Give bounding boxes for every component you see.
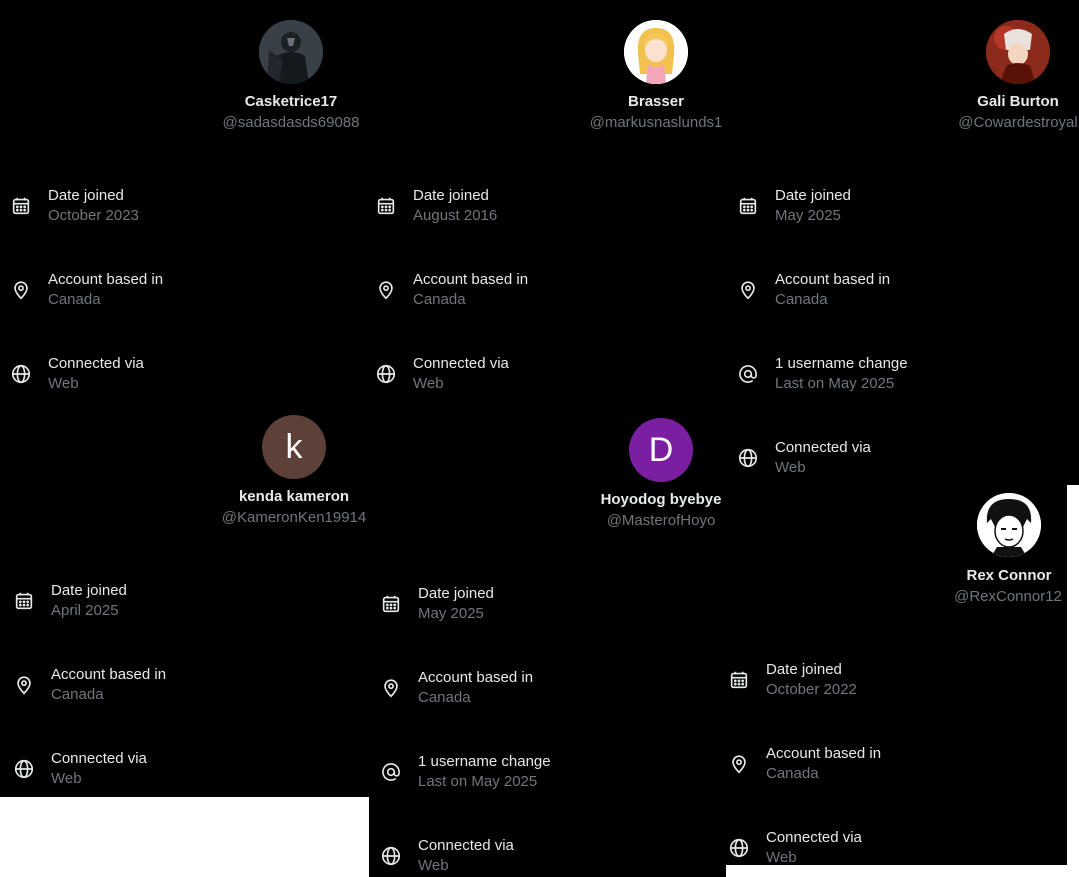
at-sign-icon xyxy=(737,363,759,385)
globe-icon xyxy=(728,837,750,859)
calendar-icon xyxy=(10,195,32,217)
calendar-icon xyxy=(728,669,750,691)
profile-name[interactable]: kenda kameron xyxy=(194,488,394,505)
info-label: Date joined xyxy=(48,187,124,204)
globe-icon xyxy=(13,758,35,780)
globe-icon xyxy=(380,845,402,867)
info-value: May 2025 xyxy=(418,605,484,622)
avatar[interactable]: D xyxy=(629,418,693,482)
info-label: Account based in xyxy=(775,271,891,288)
profile-handle[interactable]: @KameronKen19914 xyxy=(184,509,404,526)
globe-icon xyxy=(737,447,759,469)
info-value: Web xyxy=(418,857,449,874)
avatar[interactable] xyxy=(977,493,1041,557)
info-label: Connected via xyxy=(418,837,514,854)
info-label: Date joined xyxy=(766,661,842,678)
location-pin-icon xyxy=(728,753,750,775)
profile-name[interactable]: Hoyodog byebye xyxy=(561,491,761,508)
info-value: Canada xyxy=(51,686,104,703)
info-label: 1 username change xyxy=(418,753,551,770)
info-value: Canada xyxy=(775,291,828,308)
info-value: May 2025 xyxy=(775,207,841,224)
avatar[interactable] xyxy=(986,20,1050,84)
info-label: Connected via xyxy=(51,750,147,767)
info-value: Canada xyxy=(418,689,471,706)
info-label: Account based in xyxy=(48,271,164,288)
avatar[interactable]: k xyxy=(262,415,326,479)
profile-handle[interactable]: @Cowardestroyal xyxy=(908,114,1079,131)
info-label: Account based in xyxy=(413,271,529,288)
profile-name[interactable]: Brasser xyxy=(556,93,756,110)
info-value: Last on May 2025 xyxy=(418,773,538,790)
profile-handle[interactable]: @RexConnor12 xyxy=(898,588,1079,605)
avatar-letter: k xyxy=(285,428,303,466)
info-value: October 2022 xyxy=(766,681,857,698)
info-label: Connected via xyxy=(766,829,862,846)
red-anime-avatar-icon xyxy=(986,20,1050,84)
location-pin-icon xyxy=(10,279,32,301)
profile-name[interactable]: Gali Burton xyxy=(918,93,1079,110)
location-pin-icon xyxy=(13,674,35,696)
globe-icon xyxy=(375,363,397,385)
calendar-icon xyxy=(13,590,35,612)
info-value: Web xyxy=(766,849,797,866)
info-label: Account based in xyxy=(51,666,167,683)
anime-girl-avatar-icon xyxy=(624,20,688,84)
avatar-letter: D xyxy=(648,431,674,469)
location-pin-icon xyxy=(375,279,397,301)
info-value: Web xyxy=(48,375,79,392)
calendar-icon xyxy=(375,195,397,217)
at-sign-icon xyxy=(380,761,402,783)
info-label: Account based in xyxy=(418,669,534,686)
info-label: 1 username change xyxy=(775,355,908,372)
info-label: Date joined xyxy=(51,582,127,599)
info-label: Date joined xyxy=(775,187,851,204)
info-value: October 2023 xyxy=(48,207,139,224)
profile-name[interactable]: Rex Connor xyxy=(909,567,1079,584)
info-value: Web xyxy=(775,459,806,476)
info-value: Canada xyxy=(413,291,466,308)
info-value: Web xyxy=(51,770,82,787)
profile-handle[interactable]: @markusnaslunds1 xyxy=(546,114,766,131)
info-value: Canada xyxy=(766,765,819,782)
info-value: April 2025 xyxy=(51,602,119,619)
profile-handle[interactable]: @sadasdasds69088 xyxy=(181,114,401,131)
manga-face-avatar-icon xyxy=(977,493,1041,557)
info-label: Date joined xyxy=(413,187,489,204)
calendar-icon xyxy=(380,593,402,615)
profile-name[interactable]: Casketrice17 xyxy=(191,93,391,110)
globe-icon xyxy=(10,363,32,385)
avatar[interactable] xyxy=(259,20,323,84)
profile-handle[interactable]: @MasterofHoyo xyxy=(551,512,771,529)
info-label: Account based in xyxy=(766,745,882,762)
info-label: Date joined xyxy=(418,585,494,602)
location-pin-icon xyxy=(380,677,402,699)
avatar[interactable] xyxy=(624,20,688,84)
knight-avatar-icon xyxy=(259,20,323,84)
info-value: Web xyxy=(413,375,444,392)
info-value: Last on May 2025 xyxy=(775,375,895,392)
location-pin-icon xyxy=(737,279,759,301)
info-label: Connected via xyxy=(48,355,144,372)
info-label: Connected via xyxy=(775,439,871,456)
info-value: Canada xyxy=(48,291,101,308)
calendar-icon xyxy=(737,195,759,217)
info-value: August 2016 xyxy=(413,207,498,224)
info-label: Connected via xyxy=(413,355,509,372)
